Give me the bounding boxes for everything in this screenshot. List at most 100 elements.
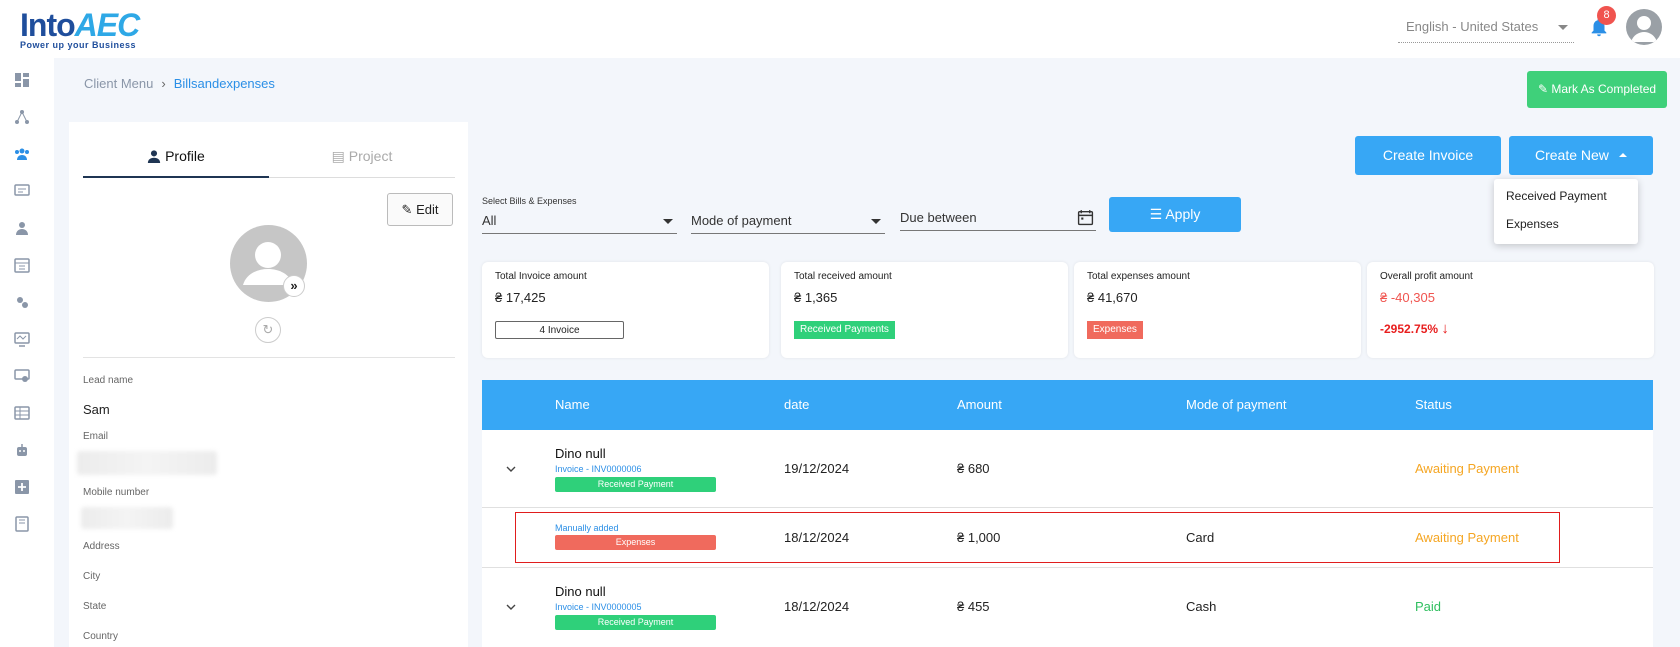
network-icon[interactable] <box>14 109 30 125</box>
bills-filter-value: All <box>482 213 497 228</box>
add-box-icon[interactable] <box>14 479 30 495</box>
mark-as-completed-button[interactable]: ✎ Mark As Completed <box>1527 71 1667 108</box>
clients-icon[interactable] <box>14 146 30 162</box>
table-row[interactable]: Dino null Invoice - INV0000006 Received … <box>482 430 1653 508</box>
email-value-redacted <box>77 451 217 475</box>
breadcrumb: Client Menu › Billsandexpenses <box>84 76 275 91</box>
menu-item-expenses[interactable]: Expenses <box>1506 217 1559 231</box>
mic-icon: ✎ <box>1537 82 1548 96</box>
create-invoice-button[interactable]: Create Invoice <box>1355 136 1501 175</box>
logo-text-aec: AEC <box>74 7 141 43</box>
book-icon[interactable] <box>14 516 30 532</box>
column-amount[interactable]: Amount <box>957 397 1002 412</box>
apply-label: Apply <box>1165 206 1201 222</box>
person-icon[interactable] <box>14 220 30 236</box>
card-value: ₴ 17,425 <box>495 290 546 305</box>
mobile-label: Mobile number <box>83 487 150 498</box>
column-date[interactable]: date <box>784 397 809 412</box>
total-invoice-card: Total Invoice amount ₴ 17,425 4 Invoice <box>482 262 769 358</box>
bills-filter-select[interactable]: All <box>482 208 677 234</box>
settings-display-icon[interactable] <box>14 368 30 384</box>
invoice-link[interactable]: Invoice - INV0000005 <box>555 602 642 612</box>
mode-of-payment-placeholder: Mode of payment <box>691 213 792 228</box>
row-status: Awaiting Payment <box>1415 461 1519 476</box>
create-new-label: Create New <box>1535 147 1609 163</box>
row-amount: ₴ 680 <box>957 461 990 476</box>
row-name: Dino null <box>555 584 606 599</box>
top-bar: IntoAEC Power up your Business English -… <box>0 0 1680 58</box>
state-label: State <box>83 601 107 612</box>
user-avatar[interactable] <box>1626 9 1662 45</box>
notification-badge: 8 <box>1597 6 1616 25</box>
card-title: Total Invoice amount <box>495 271 587 282</box>
calendar-icon[interactable] <box>1077 209 1094 226</box>
monitor-icon[interactable] <box>14 331 30 347</box>
sidebar-rail <box>0 58 54 647</box>
chevron-down-icon <box>1558 25 1568 30</box>
row-tag: Received Payment <box>555 615 716 630</box>
double-chevron-right-icon[interactable]: » <box>283 275 305 297</box>
profit-percent-value: -2952.75% <box>1380 322 1439 336</box>
profile-panel: Profile ▤ Project ✎ Edit » ↻ Lead name S… <box>69 122 468 647</box>
intoaec-logo[interactable]: IntoAEC Power up your Business <box>20 7 141 50</box>
caret-up-icon <box>1619 153 1627 157</box>
person-icon <box>148 150 161 163</box>
dashboard-icon[interactable] <box>14 72 30 88</box>
edit-label: Edit <box>416 202 439 217</box>
tab-profile[interactable]: Profile <box>83 136 269 178</box>
mobile-value-redacted <box>81 507 173 529</box>
total-received-card: Total received amount ₴ 1,365 Received P… <box>781 262 1068 358</box>
chat-icon[interactable] <box>14 183 30 199</box>
chevron-down-icon[interactable] <box>506 464 516 474</box>
row-status: Paid <box>1415 599 1442 614</box>
received-payments-chip[interactable]: Received Payments <box>794 321 895 339</box>
tab-project[interactable]: ▤ Project <box>269 136 455 178</box>
language-value: English - United States <box>1406 19 1539 34</box>
column-mode[interactable]: Mode of payment <box>1186 397 1286 412</box>
due-between-input[interactable]: Due between <box>900 205 1096 231</box>
pencil-icon: ✎ <box>401 202 413 217</box>
country-label: Country <box>83 631 119 642</box>
highlight-box <box>515 512 1560 563</box>
edit-button[interactable]: ✎ Edit <box>387 193 453 226</box>
column-status[interactable]: Status <box>1415 397 1452 412</box>
bot-icon[interactable] <box>14 442 30 458</box>
table-icon[interactable] <box>14 405 30 421</box>
row-tag: Received Payment <box>555 477 716 492</box>
tab-project-label: Project <box>348 148 393 164</box>
chevron-down-icon <box>663 219 673 224</box>
card-value: ₴ 41,670 <box>1087 290 1138 305</box>
mark-as-completed-label: Mark As Completed <box>1551 82 1657 96</box>
column-name[interactable]: Name <box>555 397 590 412</box>
breadcrumb-current[interactable]: Billsandexpenses <box>174 76 275 91</box>
create-new-button[interactable]: Create New <box>1509 136 1653 175</box>
tools-icon[interactable] <box>14 294 30 310</box>
mode-of-payment-select[interactable]: Mode of payment <box>691 208 885 234</box>
city-label: City <box>83 571 101 582</box>
row-mode: Cash <box>1186 599 1217 614</box>
expenses-chip[interactable]: Expenses <box>1087 321 1143 339</box>
card-title: Total received amount <box>794 271 892 282</box>
chevron-down-icon[interactable] <box>506 602 516 612</box>
card-value: ₴ -40,305 <box>1380 290 1435 305</box>
create-new-menu: Received Payment Expenses <box>1494 179 1638 244</box>
apply-button[interactable]: ☰ Apply <box>1109 197 1241 232</box>
lead-name-label: Lead name <box>83 375 134 386</box>
arrow-down-icon: ↓ <box>1441 320 1449 337</box>
project-icon: ▤ <box>331 148 345 164</box>
row-date: 19/12/2024 <box>784 461 850 476</box>
logo-text-into: Into <box>20 7 76 43</box>
refresh-icon[interactable]: ↻ <box>255 317 281 343</box>
divider <box>83 357 455 358</box>
calendar-icon[interactable] <box>14 257 30 273</box>
total-expenses-card: Total expenses amount ₴ 41,670 Expenses <box>1074 262 1361 358</box>
breadcrumb-parent[interactable]: Client Menu <box>84 76 153 91</box>
invoice-link[interactable]: Invoice - INV0000006 <box>555 464 642 474</box>
language-select[interactable]: English - United States <box>1398 16 1574 43</box>
table-header: Name date Amount Mode of payment Status <box>482 380 1653 430</box>
table-row[interactable]: Dino null Invoice - INV0000005 Received … <box>482 568 1653 647</box>
menu-item-received-payment[interactable]: Received Payment <box>1506 189 1607 203</box>
card-title: Overall profit amount <box>1380 271 1473 282</box>
due-between-placeholder: Due between <box>900 210 977 225</box>
invoice-count-chip[interactable]: 4 Invoice <box>495 321 624 339</box>
